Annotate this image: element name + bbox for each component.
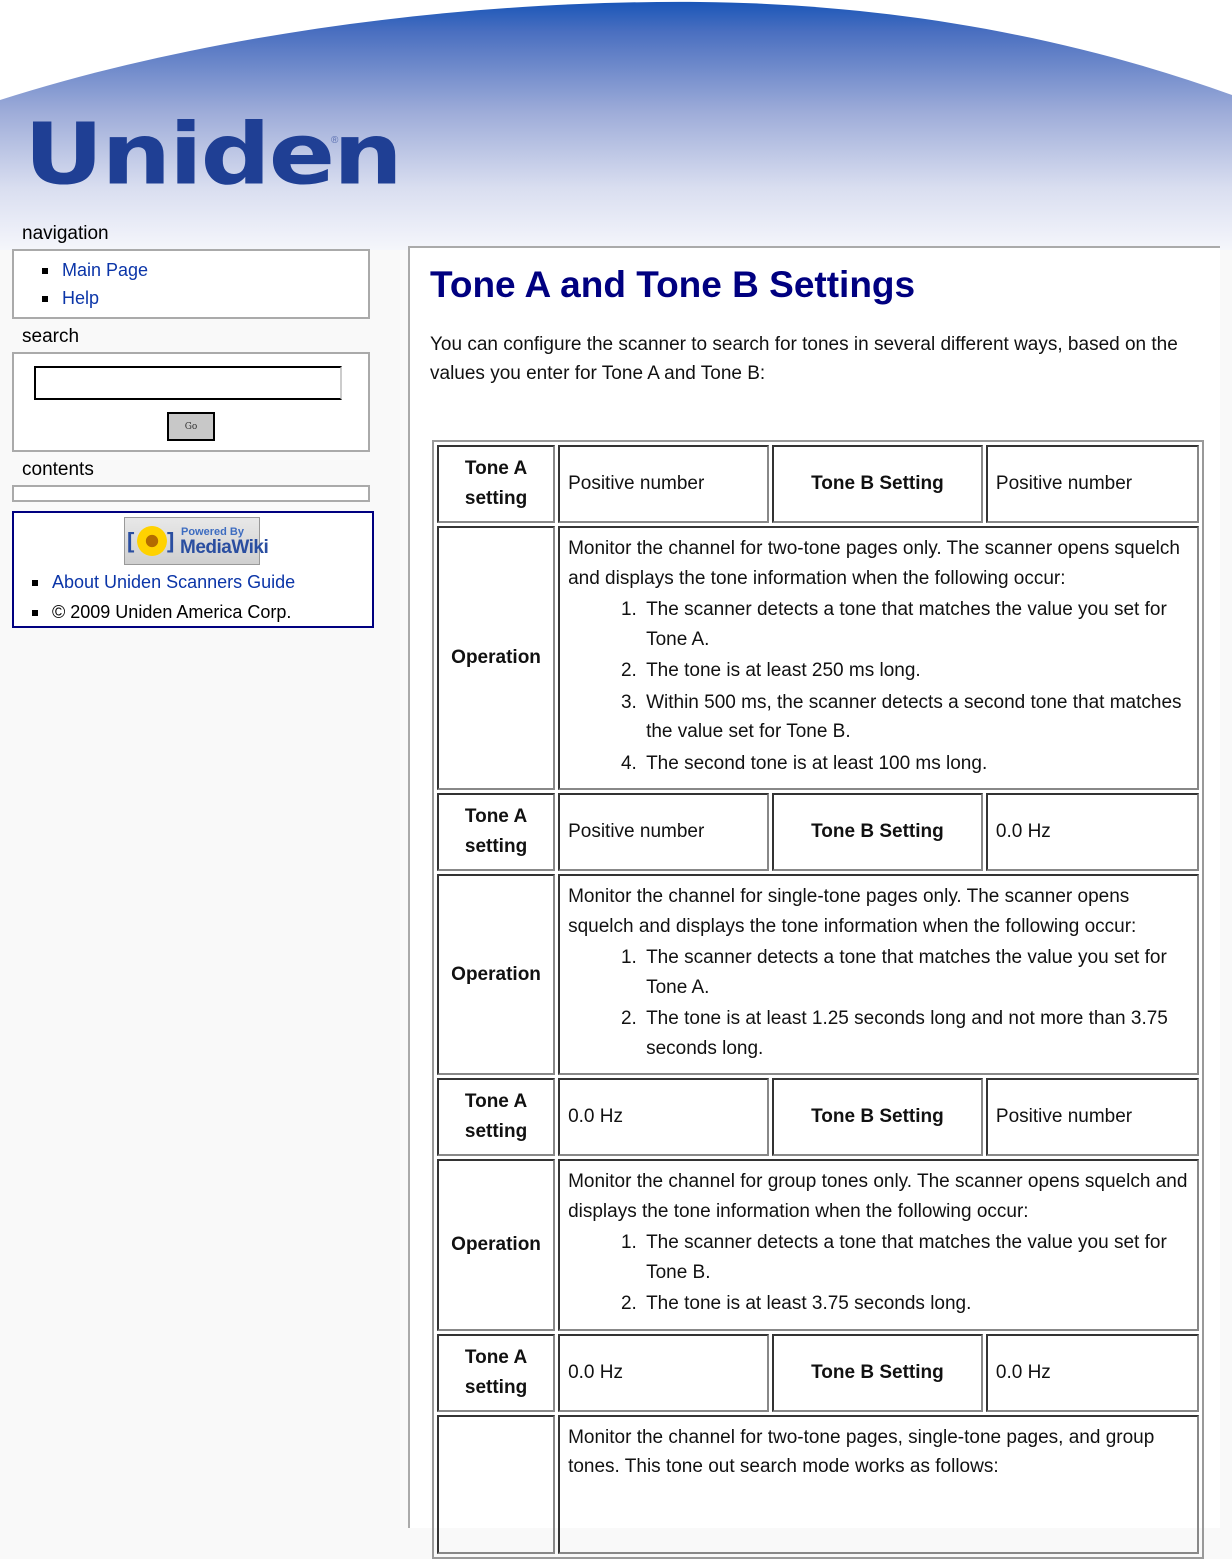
registered-mark: ® <box>331 135 339 146</box>
operation-label: Operation <box>437 526 556 790</box>
powered-by-mediawiki-badge[interactable]: [ ] Powered By MediaWiki <box>124 517 269 565</box>
nav-item-help[interactable]: Help <box>14 284 368 312</box>
tone-a-value: Positive number <box>558 793 769 871</box>
tone-a-value: Positive number <box>558 445 769 523</box>
search-portlet: Go <box>12 352 370 452</box>
contents-heading: contents <box>22 459 94 480</box>
operation-step: The scanner detects a tone that matches … <box>642 595 1189 654</box>
tone-b-label: Tone B Setting <box>771 1078 983 1156</box>
footer-item-copyright: © 2009 Uniden America Corp. <box>14 597 295 627</box>
operation-description: Monitor the channel for two-tone pages o… <box>558 526 1199 790</box>
operation-step: The tone is at least 3.75 seconds long. <box>642 1289 1189 1319</box>
operation-description: Monitor the channel for single-tone page… <box>558 874 1199 1075</box>
navigation-heading: navigation <box>22 223 109 244</box>
bullet-icon <box>42 296 48 302</box>
operation-row: Operation Monitor the channel for group … <box>437 1159 1199 1331</box>
operation-description: Monitor the channel for two-tone pages, … <box>558 1414 1199 1554</box>
tone-b-value: Positive number <box>985 445 1199 523</box>
operation-text: Monitor the channel for group tones only… <box>568 1171 1188 1222</box>
tone-settings-table: Tone A setting Positive number Tone B Se… <box>432 440 1204 1559</box>
operation-row: Operation Monitor the channel for single… <box>437 874 1199 1075</box>
tone-b-label: Tone B Setting <box>771 445 983 523</box>
operation-text: Monitor the channel for single-tone page… <box>568 886 1137 937</box>
page-title: Tone A and Tone B Settings <box>430 264 916 305</box>
operation-text: Monitor the channel for two-tone pages o… <box>568 538 1180 589</box>
tone-setting-row: Tone A setting 0.0 Hz Tone B Setting Pos… <box>437 1078 1199 1156</box>
tone-a-value: 0.0 Hz <box>558 1333 769 1412</box>
operation-label <box>437 1414 556 1554</box>
operation-text: Monitor the channel for two-tone pages, … <box>568 1426 1155 1478</box>
operation-label: Operation <box>437 874 556 1075</box>
tone-setting-row: Tone A setting Positive number Tone B Se… <box>437 793 1199 871</box>
operation-steps: The scanner detects a tone that matches … <box>568 595 1189 778</box>
tone-a-value: 0.0 Hz <box>558 1078 769 1156</box>
operation-row: Monitor the channel for two-tone pages, … <box>437 1414 1199 1554</box>
content-area: Tone A and Tone B Settings You can confi… <box>408 246 1220 1559</box>
contents-portlet <box>12 485 370 502</box>
intro-paragraph: You can configure the scanner to search … <box>430 334 1178 384</box>
uniden-logo[interactable]: Uniden <box>24 112 403 196</box>
tone-b-label: Tone B Setting <box>771 793 983 871</box>
tone-a-label: Tone A setting <box>437 1078 556 1156</box>
tone-a-label: Tone A setting <box>437 793 556 871</box>
operation-step: Within 500 ms, the scanner detects a sec… <box>642 688 1189 747</box>
operation-step: The scanner detects a tone that matches … <box>642 943 1189 1002</box>
tone-b-label: Tone B Setting <box>771 1333 983 1412</box>
tone-b-value: 0.0 Hz <box>985 793 1199 871</box>
tone-a-label: Tone A setting <box>437 1333 556 1412</box>
bullet-icon <box>42 268 48 274</box>
operation-step: The tone is at least 1.25 seconds long a… <box>642 1004 1189 1063</box>
operation-description: Monitor the channel for group tones only… <box>558 1159 1199 1331</box>
tone-b-value: 0.0 Hz <box>985 1333 1199 1412</box>
operation-step: The second tone is at least 100 ms long. <box>642 749 1189 779</box>
help-link[interactable]: Help <box>62 288 99 308</box>
bullet-icon <box>32 580 38 586</box>
tone-a-label: Tone A setting <box>437 445 556 523</box>
nav-item-main-page[interactable]: Main Page <box>14 256 368 284</box>
tone-b-value: Positive number <box>985 1078 1199 1156</box>
operation-step: The tone is at least 250 ms long. <box>642 656 1189 686</box>
about-link[interactable]: About Uniden Scanners Guide <box>52 572 295 592</box>
bullet-icon <box>32 610 38 616</box>
search-heading: search <box>22 326 80 347</box>
header-banner: Uniden ® <box>0 0 1232 250</box>
tone-setting-row: Tone A setting 0.0 Hz Tone B Setting 0.0… <box>437 1333 1199 1412</box>
main-page-link[interactable]: Main Page <box>62 260 148 280</box>
operation-steps: The scanner detects a tone that matches … <box>568 1228 1189 1319</box>
footer-portlet: [ ] Powered By MediaWiki About Uniden Sc… <box>12 511 374 628</box>
navigation-portlet: Main Page Help <box>12 249 370 319</box>
badge-line2: MediaWiki <box>180 537 269 558</box>
bracket-left: [ <box>127 528 135 553</box>
footer-item-about[interactable]: About Uniden Scanners Guide <box>14 567 295 597</box>
operation-steps: The scanner detects a tone that matches … <box>568 943 1189 1063</box>
operation-row: Operation Monitor the channel for two-to… <box>437 526 1199 790</box>
bracket-right: ] <box>167 528 175 553</box>
search-input[interactable] <box>34 366 342 400</box>
operation-label: Operation <box>437 1159 556 1331</box>
sunflower-icon <box>137 526 167 556</box>
tone-setting-row: Tone A setting Positive number Tone B Se… <box>437 445 1199 523</box>
go-button[interactable]: Go <box>167 412 215 441</box>
operation-steps <box>568 1484 1189 1544</box>
operation-step: The scanner detects a tone that matches … <box>642 1228 1189 1287</box>
copyright-text: © 2009 Uniden America Corp. <box>52 602 292 622</box>
